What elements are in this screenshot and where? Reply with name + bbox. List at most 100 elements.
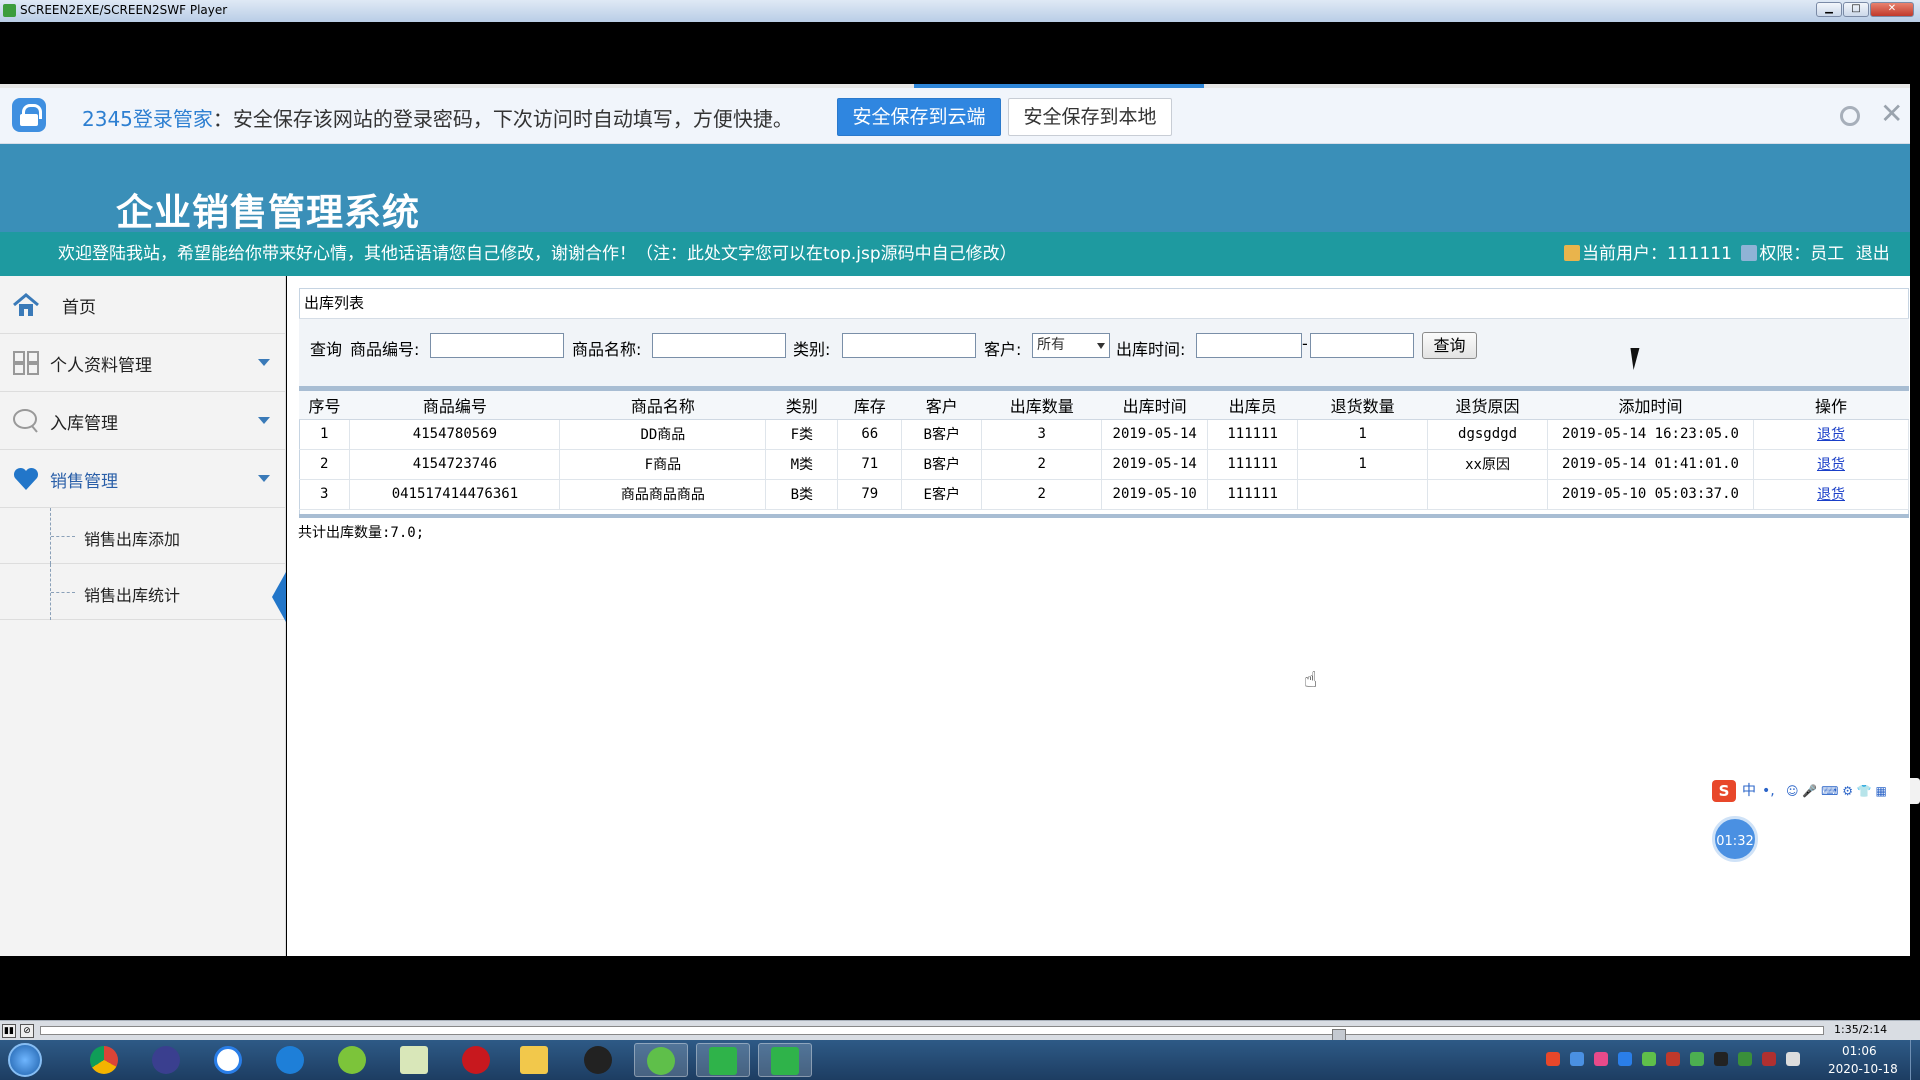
query-button[interactable]: 查询 (1422, 332, 1477, 359)
table-cell: xx原因 (1427, 449, 1548, 480)
chart-icon (400, 1046, 428, 1074)
close-icon[interactable]: ✕ (1880, 98, 1903, 130)
save-to-local-button[interactable]: 安全保存到本地 (1008, 98, 1172, 136)
qq-app[interactable] (572, 1043, 626, 1077)
current-user-text: 当前用户：111111 (1582, 244, 1732, 264)
table-cell: B客户 (901, 449, 983, 480)
column-header: 退货数量 (1297, 391, 1428, 420)
end-time-input[interactable] (1310, 333, 1414, 358)
product-code-input[interactable] (430, 333, 564, 358)
save-to-cloud-button[interactable]: 安全保存到云端 (837, 98, 1001, 136)
table-cell: 71 (837, 449, 903, 480)
sidebar-subitem-sales-stats[interactable]: 销售出库统计 (0, 564, 286, 620)
column-header: 出库数量 (981, 391, 1102, 420)
table-cell: 2019-05-10 05:03:37.0 (1547, 479, 1754, 510)
return-link[interactable]: 退货 (1817, 427, 1845, 443)
window-title: SCREEN2EXE/SCREEN2SWF Player (20, 3, 228, 17)
maximize-button[interactable]: □ (1843, 2, 1869, 17)
chrome-app[interactable] (78, 1043, 132, 1077)
welcome-bar: 欢迎登陆我站，希望能给你带来好心情，其他话语请您自己修改，谢谢合作！（注：此处文… (0, 232, 1910, 276)
table-cell: 1 (1297, 449, 1429, 480)
clock-time[interactable]: 01:06 (1842, 1044, 1877, 1058)
sidebar-item-home[interactable]: 首页 (0, 276, 286, 334)
network-tray-icon[interactable] (1570, 1052, 1584, 1066)
return-link[interactable]: 退货 (1817, 487, 1845, 503)
sidebar: 首页 个人资料管理 入库管理 销售管理 销售出库添加 销售出库统计 (0, 276, 286, 956)
code-label: 商品编号: (350, 340, 420, 359)
table-row: 2 4154723746 F商品 M类 71 B客户 2 2019-05-14 … (299, 449, 1910, 480)
show-desktop-button[interactable] (1910, 1040, 1920, 1080)
video-top-letterbox (0, 22, 1920, 86)
app-tray-icon[interactable] (1594, 1052, 1608, 1066)
column-header: 添加时间 (1547, 391, 1754, 420)
category-input[interactable] (842, 333, 976, 358)
player-controls: ▮▮ ⊘ 1:35/2:14 (0, 1020, 1920, 1043)
time-label: 出库时间: (1116, 340, 1186, 359)
password-manager-text: ：安全保存该网站的登录密码，下次访问时自动填写，方便快捷。 (212, 107, 793, 131)
logout-link[interactable]: 退出 (1856, 244, 1890, 264)
chat-icon (13, 409, 38, 433)
leaf-app[interactable] (326, 1043, 380, 1077)
category-label: 类别: (793, 340, 831, 359)
table-cell: F类 (765, 419, 839, 450)
app-icon (3, 4, 16, 17)
ime-mode[interactable]: 中 (1742, 778, 1756, 804)
app-title: 企业销售管理系统 (116, 191, 420, 234)
table-cell: 3 (299, 479, 351, 510)
heart-icon (13, 467, 39, 490)
start-time-input[interactable] (1196, 333, 1302, 358)
cloud-drive-app[interactable] (202, 1043, 256, 1077)
ime-tool-icons[interactable]: ☺ 🎤 ⌨ ⚙ 👕 ▦ (1786, 778, 1887, 804)
chart-app[interactable] (388, 1043, 442, 1077)
table-cell: 1 (299, 419, 351, 450)
minimize-button[interactable]: ▁ (1816, 2, 1842, 17)
sogou-tray-icon[interactable] (1546, 1052, 1560, 1066)
sidebar-subitem-sales-add[interactable]: 销售出库添加 (0, 508, 286, 564)
password-manager-brand: 2345登录管家 (82, 107, 213, 131)
column-header: 操作 (1753, 391, 1909, 420)
ime-punctuation[interactable]: •, (1762, 778, 1775, 804)
table-cell: 4154723746 (349, 449, 561, 480)
column-header: 商品名称 (559, 391, 766, 420)
return-link[interactable]: 退货 (1817, 457, 1845, 473)
sidebar-subitem-label: 销售出库添加 (84, 530, 181, 549)
flash-app[interactable] (450, 1043, 504, 1077)
sidebar-item-sales[interactable]: 销售管理 (0, 450, 286, 508)
progress-track[interactable] (40, 1026, 1824, 1043)
screen-player-app-2[interactable] (758, 1043, 812, 1077)
stop-button[interactable]: ⊘ (20, 1024, 34, 1038)
chevron-down-icon (258, 359, 270, 366)
pause-button[interactable]: ▮▮ (2, 1024, 16, 1038)
flag-tray-icon[interactable] (1666, 1052, 1680, 1066)
customer-label: 客户: (984, 340, 1022, 359)
gear-icon[interactable] (1840, 106, 1860, 126)
screen-player-app-1[interactable] (696, 1043, 750, 1077)
table-row: 3 041517414476361 商品商品商品 B类 79 E客户 2 201… (299, 479, 1910, 510)
volume-muted-icon[interactable] (1762, 1052, 1776, 1066)
wechat-app[interactable] (634, 1043, 688, 1077)
file-explorer-app[interactable] (508, 1043, 562, 1077)
editor-app[interactable] (140, 1043, 194, 1077)
update-tray-icon[interactable] (1690, 1052, 1704, 1066)
sidebar-item-profile[interactable]: 个人资料管理 (0, 334, 286, 392)
display-tray-icon[interactable] (1786, 1052, 1800, 1066)
table-cell: 111111 (1207, 419, 1299, 450)
start-button[interactable] (8, 1043, 42, 1077)
product-name-input[interactable] (652, 333, 786, 358)
qq-tray-icon[interactable] (1714, 1052, 1728, 1066)
table-cell: 111111 (1207, 449, 1299, 480)
sidebar-subitem-label: 销售出库统计 (84, 586, 181, 605)
column-header: 退货原因 (1427, 391, 1548, 420)
sidebar-item-inbound[interactable]: 入库管理 (0, 392, 286, 450)
sogou-logo-icon: S (1712, 780, 1736, 802)
battery-tray-icon[interactable] (1738, 1052, 1752, 1066)
permission-icon (1741, 245, 1758, 261)
clock-date[interactable]: 2020-10-18 (1828, 1062, 1898, 1076)
wechat-tray-icon[interactable] (1642, 1052, 1656, 1066)
column-header: 出库时间 (1101, 391, 1208, 420)
ime-toolbar[interactable]: S 中 •, ☺ 🎤 ⌨ ⚙ 👕 ▦ (1710, 778, 1920, 804)
customer-select[interactable]: 所有 (1032, 333, 1110, 358)
browser-app[interactable] (264, 1043, 318, 1077)
shield-icon[interactable] (1618, 1052, 1632, 1066)
close-button[interactable]: ✕ (1870, 2, 1914, 17)
